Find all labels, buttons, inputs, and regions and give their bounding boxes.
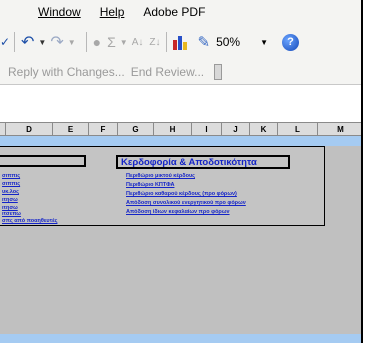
menu-help[interactable]: Help bbox=[100, 5, 125, 19]
end-review-button[interactable]: End Review... bbox=[131, 65, 204, 79]
left-link-4[interactable]: ιτησω bbox=[2, 197, 18, 203]
sort-desc-label: Z↓ bbox=[149, 36, 161, 48]
drawing-icon[interactable]: ✎ bbox=[197, 31, 210, 53]
right-link-5[interactable]: Απόδοση ίδιων κεφαλαίων προ φόρων bbox=[126, 209, 230, 215]
right-gutter bbox=[363, 0, 371, 343]
column-header-g[interactable]: G bbox=[118, 123, 154, 135]
toolbar-options-handle[interactable] bbox=[214, 64, 223, 80]
left-link-7[interactable]: σπς από ποαηθευτές bbox=[2, 218, 57, 224]
sort-asc-label: A↓ bbox=[131, 36, 144, 48]
right-link-2[interactable]: Περιθώριο ΚΠΤΦΑ bbox=[126, 182, 174, 188]
help-icon[interactable]: ? bbox=[281, 33, 299, 51]
standard-toolbar: ✓ ↶ ▼ ↷ ▼ ● Σ ▼ A↓ Z↓ ✎ 50% ▼ ? bbox=[0, 24, 361, 60]
column-headers: D E F G H I J K L M bbox=[0, 122, 361, 136]
left-link-3[interactable]: υκ.λος bbox=[2, 189, 19, 195]
menu-help-label: Help bbox=[99, 5, 125, 19]
sort-ascending-icon[interactable]: A↓ bbox=[132, 31, 144, 53]
column-header-j[interactable]: J bbox=[222, 123, 250, 135]
reply-with-changes-button[interactable]: Reply with Changes... bbox=[8, 65, 125, 79]
column-header-d[interactable]: D bbox=[6, 123, 53, 135]
column-header-f[interactable]: F bbox=[89, 123, 118, 135]
left-link-1[interactable]: σιππις bbox=[2, 173, 20, 179]
right-link-3[interactable]: Περιθώριο καθαρού κέρδους (προ φόρων) bbox=[126, 191, 237, 197]
column-header-m[interactable]: M bbox=[318, 123, 361, 135]
autosum-icon[interactable]: Σ bbox=[107, 31, 116, 53]
column-header-e[interactable]: E bbox=[53, 123, 89, 135]
toolbar-separator bbox=[14, 32, 15, 52]
zoom-dropdown-icon[interactable]: ▼ bbox=[260, 31, 268, 53]
column-header-h[interactable]: H bbox=[154, 123, 192, 135]
right-link-4[interactable]: Απόδοση συνολικού ενεργητικού προ φόρων bbox=[126, 200, 246, 206]
formula-bar-area bbox=[0, 84, 361, 108]
worksheet-area[interactable]: Κερδοφορία & Αποδοτικότητα σιππις σιππις… bbox=[0, 146, 361, 334]
help-glyph: ? bbox=[287, 36, 294, 48]
excel-window: Window Help Adobe PDF ✓ ↶ ▼ ↷ ▼ ● Σ ▼ A↓… bbox=[0, 0, 363, 343]
hyperlink-icon[interactable]: ● bbox=[93, 31, 101, 53]
zoom-box[interactable]: 50% bbox=[216, 32, 256, 52]
undo-dropdown-icon[interactable]: ▼ bbox=[38, 31, 46, 53]
toolbar-separator bbox=[166, 32, 168, 52]
menu-window[interactable]: Window bbox=[38, 5, 81, 19]
menu-window-label: Window bbox=[38, 5, 81, 19]
sheet-bottom-band bbox=[0, 334, 361, 343]
toolbar-separator bbox=[85, 32, 87, 52]
autosum-dropdown-icon[interactable]: ▼ bbox=[120, 31, 128, 53]
sort-descending-icon[interactable]: Z↓ bbox=[149, 31, 160, 53]
right-section-header: Κερδοφορία & Αποδοτικότητα bbox=[116, 155, 290, 169]
blank-area bbox=[0, 108, 361, 122]
left-section-header bbox=[0, 155, 86, 167]
menu-adobe-pdf-label: Adobe PDF bbox=[143, 5, 206, 19]
right-link-1[interactable]: Περιθώριο μικτού κέρδους bbox=[126, 173, 195, 179]
left-link-2[interactable]: σιππις bbox=[2, 181, 20, 187]
menu-adobe-pdf[interactable]: Adobe PDF bbox=[143, 5, 205, 19]
reviewing-toolbar: Reply with Changes... End Review... bbox=[0, 60, 361, 84]
chart-wizard-icon[interactable] bbox=[173, 34, 191, 50]
column-header-i[interactable]: I bbox=[192, 123, 222, 135]
autosum-label: Σ bbox=[107, 34, 116, 50]
sheet-top-band bbox=[0, 136, 361, 146]
redo-dropdown-icon[interactable]: ▼ bbox=[68, 31, 76, 53]
column-header-l[interactable]: L bbox=[278, 123, 318, 135]
index-panel: Κερδοφορία & Αποδοτικότητα σιππις σιππις… bbox=[0, 146, 325, 226]
redo-icon[interactable]: ↷ bbox=[50, 31, 63, 53]
zoom-value: 50% bbox=[216, 35, 241, 49]
menu-bar: Window Help Adobe PDF bbox=[0, 0, 361, 24]
toolbar-partial-icon: ✓ bbox=[0, 35, 11, 49]
column-header-k[interactable]: K bbox=[250, 123, 278, 135]
undo-icon[interactable]: ↶ bbox=[21, 31, 34, 53]
left-link-6[interactable]: ιτσεπω bbox=[2, 211, 21, 217]
